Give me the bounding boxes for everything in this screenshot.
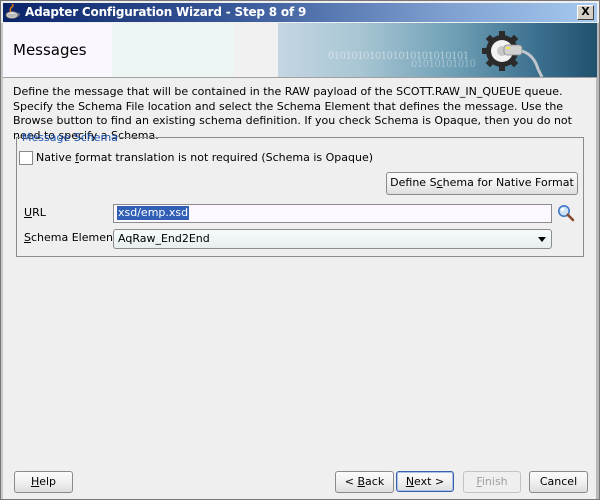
url-value: xsd/emp.xsd (117, 206, 190, 220)
schema-element-value: AqRaw_End2End (118, 232, 210, 245)
header-band (234, 23, 278, 77)
url-input[interactable]: xsd/emp.xsd (113, 204, 552, 223)
header-band (112, 23, 234, 77)
cancel-button[interactable]: Cancel (529, 471, 588, 493)
chevron-down-icon (538, 237, 546, 242)
schema-opaque-checkbox[interactable] (19, 151, 33, 165)
window-title: Adapter Configuration Wizard - Step 8 of… (25, 5, 307, 19)
wizard-window: Adapter Configuration Wizard - Step 8 of… (0, 0, 600, 500)
left-border (1, 23, 3, 499)
banner-binary-text: 01010101010 (411, 59, 476, 70)
page-title: Messages (13, 41, 87, 59)
message-schema-legend: Message Schema (22, 131, 118, 144)
adapter-gear-icon (482, 31, 544, 77)
close-icon: X (581, 5, 590, 18)
url-label: URL (24, 206, 46, 219)
help-button[interactable]: Help (14, 471, 73, 493)
wizard-header: 010101010101010101010101 01010101010 Mes… (3, 23, 597, 78)
next-button[interactable]: Next > (396, 471, 454, 492)
close-button[interactable]: X (577, 5, 594, 20)
schema-element-label: Schema Element (24, 231, 118, 244)
schema-element-select[interactable]: AqRaw_End2End (113, 229, 552, 249)
finish-button: Finish (463, 471, 521, 493)
right-border (596, 23, 599, 499)
back-button[interactable]: < Back (335, 471, 394, 493)
header-banner: 010101010101010101010101 01010101010 (278, 23, 597, 77)
schema-opaque-label[interactable]: Native format translation is not require… (36, 151, 373, 164)
java-cup-icon (5, 4, 20, 19)
define-schema-native-format-button[interactable]: Define Schema for Native Format (386, 172, 578, 195)
browse-search-icon[interactable] (557, 204, 575, 222)
title-bar: Adapter Configuration Wizard - Step 8 of… (3, 3, 597, 22)
